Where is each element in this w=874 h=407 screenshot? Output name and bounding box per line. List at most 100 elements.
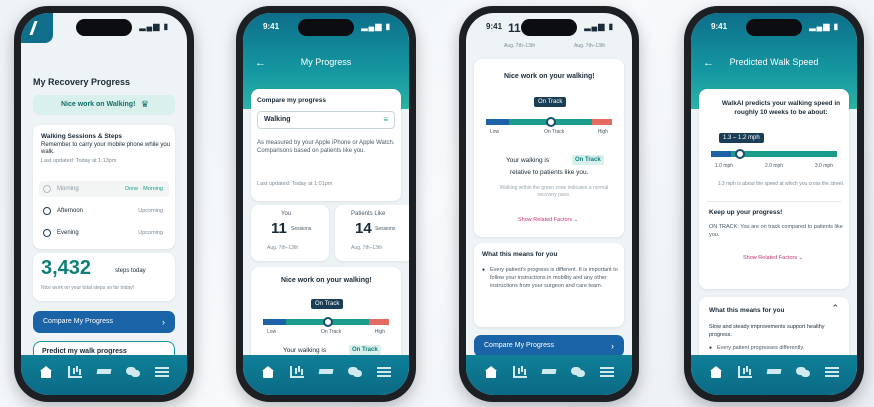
list-icon: ≡ — [383, 115, 388, 124]
you-card: You 11 Sessions Aug. 7th–13th — [251, 205, 329, 261]
activity-select[interactable]: Walking ≡ — [257, 111, 395, 129]
top-range-b: Aug. 7th–13th — [574, 43, 606, 49]
row-status: Upcoming — [138, 208, 163, 214]
divider — [707, 201, 841, 202]
screen: 9:41 ▂▄▆ ▮ ← My Progress Compare my progr… — [243, 13, 409, 395]
education-icon[interactable] — [542, 366, 556, 378]
means-text: Every patient's progress is different. I… — [490, 267, 618, 289]
scale-on-label: On Track — [321, 329, 342, 335]
you-value: 11 — [271, 220, 287, 237]
chart-icon[interactable] — [512, 366, 527, 378]
sessions-card: Walking Sessions & Steps Remember to car… — [33, 125, 175, 249]
radio-icon — [43, 207, 51, 215]
chat-icon[interactable] — [796, 366, 811, 378]
scale-label-a: 1.0 mph — [715, 163, 734, 169]
notch — [746, 19, 802, 36]
scale-high-label: High — [374, 329, 385, 335]
banner-text: Nice work on Walking! — [61, 101, 136, 108]
related-factors-link[interactable]: Show Related Factors ⌄ — [518, 217, 578, 223]
menu-icon[interactable] — [377, 367, 392, 377]
tab-bar — [466, 355, 632, 395]
home-icon[interactable] — [484, 366, 498, 378]
bullet-icon: ● — [482, 267, 486, 273]
chart-icon[interactable] — [67, 366, 82, 378]
status-chip: On Track — [349, 345, 381, 355]
nice-work-text: Nice work on your walking! — [281, 277, 372, 284]
measure-note: As measured by your Apple iPhone or Appl… — [257, 140, 395, 154]
chevron-down-icon: ⌄ — [573, 217, 579, 223]
tab-bar — [691, 355, 857, 395]
scale-note: 1.3 mph is about the speed at which you … — [717, 181, 845, 187]
back-arrow-icon[interactable]: ← — [703, 57, 714, 69]
means-title: What this means for you — [709, 307, 785, 314]
row-status: Done · Morning — [125, 186, 163, 192]
bullet-icon: ● — [709, 345, 713, 351]
menu-icon[interactable] — [825, 367, 840, 377]
check-icon — [43, 185, 51, 193]
scale-low-label: Low — [267, 329, 277, 335]
compare-progress-button[interactable]: Compare My Progress › — [474, 335, 624, 357]
home-icon[interactable] — [39, 366, 53, 378]
on-track-pill: On Track — [534, 97, 567, 107]
home-icon[interactable] — [261, 366, 275, 378]
keep-title: Keep up your progress! — [709, 209, 783, 216]
means-card: What this means for you ● Every patient'… — [474, 243, 624, 327]
bullet-text: Every patient progresses differently. — [717, 345, 805, 351]
on-track-pill: On Track — [311, 299, 344, 309]
walking-status-card: Nice work on your walking! On Track Low … — [474, 59, 624, 237]
compare-progress-button[interactable]: Compare My Progress › — [33, 311, 175, 333]
prediction-text: WalkAI predicts your walking speed in ro… — [721, 100, 841, 116]
education-icon[interactable] — [97, 366, 111, 378]
chart-icon[interactable] — [289, 366, 304, 378]
row-label: Afternoon — [57, 208, 84, 214]
education-icon[interactable] — [319, 366, 333, 378]
means-title: What this means for you — [482, 251, 558, 258]
chat-icon[interactable] — [571, 366, 586, 378]
predict-title: Predict my walk progress — [42, 348, 127, 355]
last-updated: Last updated: Today at 1:01pm — [257, 181, 333, 187]
chat-icon[interactable] — [126, 366, 141, 378]
education-icon[interactable] — [767, 366, 781, 378]
page-title: My Recovery Progress — [33, 77, 131, 87]
screen: ▂▄▆ ▮ My Recovery Progress Nice work on … — [21, 13, 187, 395]
steps-value: 3,432 — [41, 257, 92, 279]
signal-icon: ▂▄▆ ▮ — [139, 22, 169, 31]
header-title: Predicted Walk Speed — [729, 57, 819, 67]
chevron-right-icon: › — [611, 341, 614, 351]
button-label: Compare My Progress — [43, 318, 114, 325]
chart-icon[interactable] — [737, 366, 752, 378]
notch — [298, 19, 354, 36]
scale-knob — [546, 117, 556, 127]
you-label: You — [281, 211, 292, 217]
phone-my-progress: 9:41 ▂▄▆ ▮ ← My Progress Compare my progr… — [236, 6, 416, 402]
you-unit: Sessions — [291, 226, 312, 232]
chat-icon[interactable] — [348, 366, 363, 378]
nice-work-text: Nice work on your walking! — [504, 73, 595, 80]
walking-is-text: Your walking is — [506, 157, 550, 164]
phone-recovery-progress: ▂▄▆ ▮ My Recovery Progress Nice work on … — [14, 6, 194, 402]
related-factors-link[interactable]: Show Related Factors ⌄ — [743, 255, 803, 261]
speed-scale — [711, 151, 837, 157]
keep-text: ON TRACK: You are on track compared to p… — [709, 224, 843, 238]
notch — [521, 19, 577, 36]
session-row-evening[interactable]: Evening Upcoming — [39, 225, 169, 241]
chevron-up-icon[interactable]: ⌃ — [831, 303, 839, 314]
success-banner: Nice work on Walking! ♛ — [33, 95, 175, 115]
session-row-morning[interactable]: Morning Done · Morning — [39, 181, 169, 197]
home-icon[interactable] — [709, 366, 723, 378]
chevron-right-icon: › — [162, 317, 165, 327]
menu-icon[interactable] — [600, 367, 615, 377]
scale-knob — [735, 149, 745, 159]
top-range-a: Aug. 7th–13th — [504, 43, 536, 49]
signal-icon: ▂▄▆ ▮ — [584, 22, 614, 31]
back-arrow-icon[interactable]: ← — [255, 57, 266, 69]
compare-label: Compare my progress — [257, 97, 326, 104]
session-row-afternoon[interactable]: Afternoon Upcoming — [39, 203, 169, 219]
sessions-note: Remember to carry your mobile phone whil… — [41, 142, 171, 155]
speed-range-pill: 1.3 – 1.2 mph — [719, 133, 764, 143]
relative-text: relative to patients like you. — [510, 169, 589, 176]
select-value: Walking — [264, 116, 291, 123]
menu-icon[interactable] — [155, 367, 170, 377]
patients-label: Patients Like — [351, 211, 386, 217]
radio-icon — [43, 229, 51, 237]
